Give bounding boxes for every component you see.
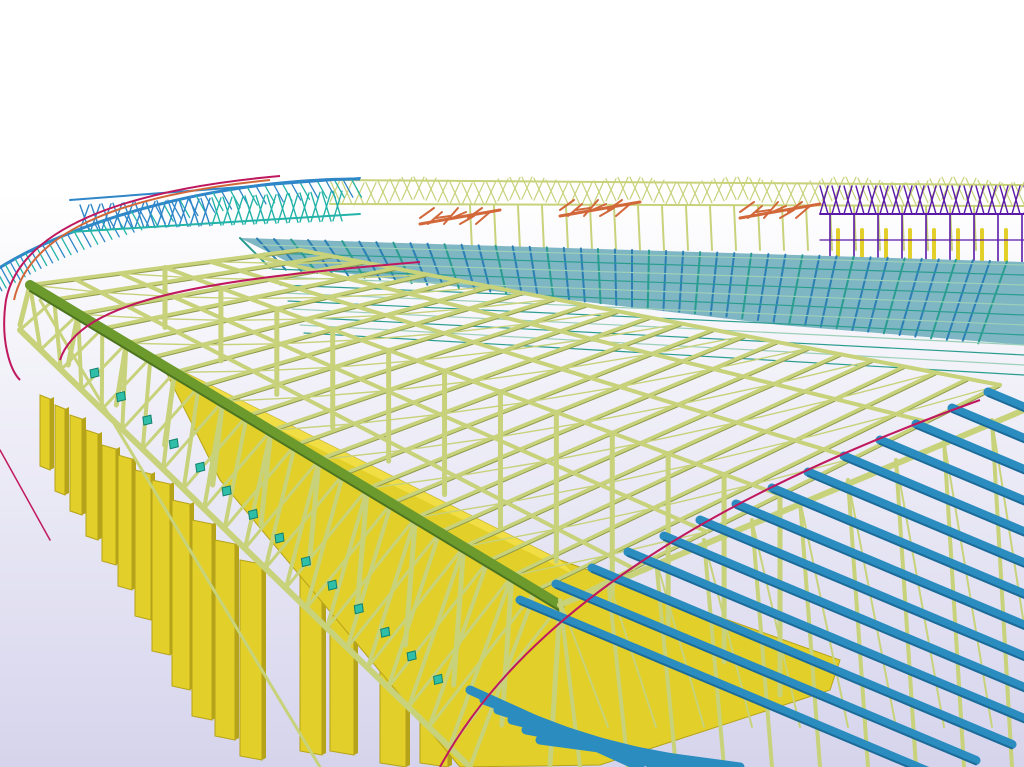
- yellow-column: [54, 404, 66, 496]
- connector-plate: [380, 626, 391, 638]
- connector-plate: [168, 438, 179, 450]
- yellow-column: [85, 429, 99, 541]
- connector-plate: [327, 579, 338, 591]
- model-viewport[interactable]: [0, 0, 1024, 767]
- yellow-column: [134, 469, 152, 621]
- column-side: [50, 397, 54, 470]
- column-side: [98, 432, 102, 540]
- yellow-column: [239, 559, 263, 761]
- column-side: [262, 562, 266, 760]
- yellow-column: [214, 539, 236, 741]
- connector-plate: [433, 673, 444, 686]
- connector-plate: [300, 555, 311, 568]
- column-side: [235, 542, 239, 740]
- connector-plate: [353, 603, 364, 615]
- yellow-column: [117, 454, 133, 591]
- yellow-column: [191, 519, 213, 721]
- yellow-column: [69, 414, 83, 516]
- deck-rib: [613, 248, 618, 306]
- connector-plate: [248, 508, 259, 521]
- connector-plate: [89, 367, 100, 379]
- yellow-column: [151, 479, 171, 656]
- connector-plate: [221, 485, 232, 497]
- connector-plate: [142, 414, 153, 426]
- structural-model-scene: [0, 0, 1024, 767]
- connector-plate: [115, 390, 126, 403]
- yellow-column: [39, 394, 51, 471]
- yellow-column: [101, 444, 117, 566]
- connector-plate: [406, 650, 417, 662]
- connector-plate: [195, 461, 206, 473]
- column-side: [82, 417, 86, 515]
- yellow-column: [171, 499, 191, 691]
- connector-plate: [274, 532, 285, 544]
- column-side: [65, 407, 69, 495]
